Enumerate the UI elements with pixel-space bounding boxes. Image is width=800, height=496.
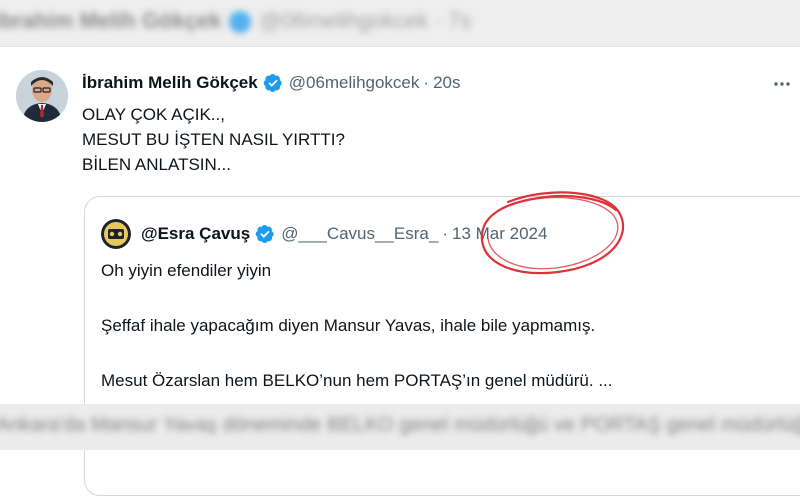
- verified-badge-icon: [255, 225, 274, 243]
- blurred-background-header: ibrahim Melih Gökçek @06melihgokcek · 7s: [0, 0, 800, 46]
- tweet-header: İbrahim Melih Gökçek @06melihgokcek · 20…: [82, 70, 460, 96]
- quoted-author-name[interactable]: @Esra Çavuş: [141, 224, 250, 244]
- divider: [0, 46, 800, 47]
- verified-badge-icon: [263, 74, 282, 92]
- quoted-avatar-logo-icon: [101, 219, 131, 249]
- tweet-text: OLAY ÇOK AÇIK.., MESUT BU İŞTEN NASIL YI…: [82, 102, 345, 177]
- tweet-text-line: OLAY ÇOK AÇIK..,: [82, 105, 225, 124]
- author-handle[interactable]: @06melihgokcek: [289, 73, 420, 93]
- blurred-footer-text: Ankara'da Mansur Yavaş döneminde BELKO g…: [0, 414, 800, 436]
- quoted-author-avatar: [101, 219, 131, 249]
- tweet-text-line: MESUT BU İŞTEN NASIL YIRTTI?: [82, 130, 345, 149]
- quoted-tweet-card[interactable]: @Esra Çavuş @___Cavus__Esra_ · 13 Mar 20…: [84, 196, 800, 496]
- avatar-portrait-icon: [16, 70, 68, 122]
- quoted-text-line: Oh yiyin efendiler yiyin: [101, 261, 272, 280]
- author-name[interactable]: İbrahim Melih Gökçek: [82, 73, 258, 93]
- tweet-text-line: BİLEN ANLATSIN...: [82, 155, 231, 174]
- tweet-timestamp[interactable]: 20s: [433, 73, 460, 93]
- blurred-verified-icon: [229, 11, 252, 34]
- quoted-tweet-date[interactable]: 13 Mar 2024: [452, 224, 547, 244]
- quoted-text-line: Şeffaf ihale yapacağım diyen Mansur Yava…: [101, 316, 596, 335]
- more-options-button[interactable]: [772, 74, 792, 94]
- blurred-header-handle: @06melihgokcek · 7s: [259, 8, 472, 33]
- blurred-header-name: ibrahim Melih Gökçek: [0, 8, 222, 33]
- separator-dot: ·: [442, 224, 449, 243]
- quoted-text-line: Mesut Özarslan hem BELKO’nun hem PORTAŞ’…: [101, 371, 613, 390]
- more-horizontal-icon: [774, 82, 790, 86]
- quoted-author-handle[interactable]: @___Cavus__Esra_: [281, 224, 438, 244]
- separator-dot: ·: [423, 73, 430, 92]
- author-avatar[interactable]: [16, 70, 68, 122]
- blurred-background-footer: Ankara'da Mansur Yavaş döneminde BELKO g…: [0, 404, 800, 450]
- quoted-tweet-header: @Esra Çavuş @___Cavus__Esra_ · 13 Mar 20…: [141, 221, 547, 247]
